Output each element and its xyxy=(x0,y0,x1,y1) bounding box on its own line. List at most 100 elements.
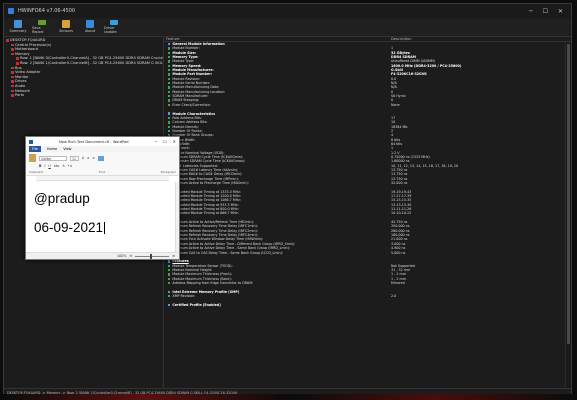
wordpad-minimize-icon[interactable]: ─ xyxy=(155,139,157,144)
wordpad-maximize-icon[interactable]: ☐ xyxy=(163,139,167,144)
text-color-icon[interactable]: A xyxy=(62,164,64,168)
toolbar-label: Sensors xyxy=(59,29,73,33)
property-icon xyxy=(168,121,171,124)
bullets-icon[interactable]: •≡ xyxy=(68,164,73,168)
tree-node-icon xyxy=(11,52,14,56)
picture-icon[interactable] xyxy=(97,155,104,161)
feature-column-header[interactable]: Feature xyxy=(164,37,389,41)
zoom-in-icon[interactable]: ⊕ xyxy=(172,254,175,258)
property-icon xyxy=(168,60,171,63)
document-line-2: 06-09-2021 xyxy=(34,220,104,235)
tab-home[interactable]: Home xyxy=(47,147,57,151)
about-icon xyxy=(86,20,94,28)
bold-icon[interactable]: B xyxy=(39,164,41,168)
property-icon xyxy=(168,125,171,128)
wordpad-window[interactable]: New Rich Text Document.rtf - WordPad ─ ☐… xyxy=(25,136,180,260)
toolbar-label: About xyxy=(84,29,96,33)
tree-node-icon xyxy=(11,89,14,93)
section-icon xyxy=(168,290,171,293)
feature-cell: Certified Profile [Enabled] xyxy=(164,303,389,307)
document-line-1: @pradup xyxy=(34,191,90,206)
minimize-icon[interactable]: ─ xyxy=(529,8,533,15)
driver-update-icon xyxy=(110,20,118,25)
details-panel: Feature Description General Module Infor… xyxy=(164,37,571,388)
section-icon xyxy=(168,260,171,263)
ribbon: Calibri 11 A a ≡ B I U abc A •≡ Clipboar… xyxy=(26,152,179,176)
property-icon xyxy=(168,69,171,72)
toolbar-label: Summary xyxy=(9,29,27,33)
document-area[interactable]: @pradup 06-09-2021 xyxy=(26,181,179,241)
tree-node-icon xyxy=(6,39,9,42)
tree-node-icon xyxy=(11,84,14,88)
tree-node-icon xyxy=(11,75,14,79)
feature-label: Certified Profile [Enabled] xyxy=(172,302,221,307)
property-icon xyxy=(168,273,171,276)
zoom-slider[interactable] xyxy=(135,253,170,259)
property-icon xyxy=(168,129,171,133)
font-family-select[interactable]: Calibri xyxy=(39,155,67,161)
toolbar-button-save-report[interactable]: Save Report xyxy=(32,20,52,34)
zoom-level: 100% xyxy=(117,254,127,258)
wordpad-title: New Rich Text Document.rtf - WordPad xyxy=(59,139,129,144)
font-group-label: Font xyxy=(98,170,106,174)
clipboard-group-label: Clipboard xyxy=(29,170,44,174)
underline-icon[interactable]: U xyxy=(48,164,50,168)
property-icon xyxy=(168,264,171,267)
property-icon xyxy=(168,277,171,280)
description-cell xyxy=(389,303,565,307)
toolbar-button-summary[interactable]: Summary xyxy=(8,20,28,34)
property-icon xyxy=(168,51,171,55)
paste-icon[interactable] xyxy=(29,154,36,162)
property-icon xyxy=(168,95,171,98)
tree-node-icon xyxy=(11,71,14,74)
tree-node[interactable]: Ports xyxy=(6,93,161,98)
italic-icon[interactable]: I xyxy=(44,164,45,168)
toolbar-button-sensors[interactable]: Sensors xyxy=(56,20,76,34)
toolbar-label: Save Report xyxy=(32,26,44,34)
property-icon xyxy=(168,99,171,102)
tab-view[interactable]: View xyxy=(63,147,71,151)
window-title: HWiNFO64 v7.06-4500 xyxy=(18,8,76,14)
close-icon[interactable]: ✕ xyxy=(558,8,563,15)
zoom-out-icon[interactable]: ⊖ xyxy=(129,254,132,258)
wordpad-close-icon[interactable]: ✕ xyxy=(173,139,176,144)
summary-icon xyxy=(14,20,22,28)
vertical-scrollbar[interactable] xyxy=(565,42,571,388)
app-icon xyxy=(8,8,14,14)
tree-node-icon xyxy=(16,57,19,60)
property-icon xyxy=(168,77,171,81)
tree-node-icon xyxy=(11,66,14,70)
toolbar: Summary Save Report Sensors About Driver Upd… xyxy=(4,18,571,37)
tree-node-icon xyxy=(11,48,14,51)
property-icon xyxy=(168,281,171,285)
toolbar-label: Driver Update xyxy=(104,26,117,34)
tree-node[interactable]: Row: 2 [BANK 1/Controller0-ChannelB] - 3… xyxy=(6,61,163,66)
grow-font-icon[interactable]: A xyxy=(82,156,84,160)
tree-node-icon xyxy=(11,43,14,47)
sensors-icon xyxy=(62,20,70,28)
title-bar: HWiNFO64 v7.06-4500 ─ ☐ ✕ xyxy=(4,4,571,18)
property-icon xyxy=(168,47,171,50)
property-icon xyxy=(168,116,171,120)
property-icon xyxy=(168,103,171,107)
scroll-thumb[interactable] xyxy=(567,44,570,344)
property-icon xyxy=(168,268,171,272)
property-icon xyxy=(168,56,171,59)
font-size-select[interactable]: 11 xyxy=(70,155,79,161)
paragraph-group-label: Paragraph xyxy=(160,170,176,174)
property-icon xyxy=(168,90,171,94)
wordpad-title-bar: New Rich Text Document.rtf - WordPad ─ ☐… xyxy=(26,137,179,146)
property-icon xyxy=(168,294,171,298)
toolbar-button-driver-update[interactable]: Driver Update xyxy=(104,20,124,34)
maximize-icon[interactable]: ☐ xyxy=(543,8,548,15)
wordpad-scrollbar[interactable] xyxy=(175,182,179,252)
align-left-icon[interactable]: ≡ xyxy=(92,156,95,160)
description-column-header[interactable]: Description xyxy=(389,37,571,41)
strikethrough-icon[interactable]: abc xyxy=(54,164,60,168)
toolbar-button-about[interactable]: About xyxy=(80,20,100,34)
shrink-font-icon[interactable]: a xyxy=(87,156,89,160)
section-icon xyxy=(168,42,171,46)
section-header-row[interactable]: Certified Profile [Enabled] xyxy=(164,303,565,307)
details-rows: General Module Information Module Number:… xyxy=(164,42,565,388)
save-report-icon xyxy=(38,20,46,25)
